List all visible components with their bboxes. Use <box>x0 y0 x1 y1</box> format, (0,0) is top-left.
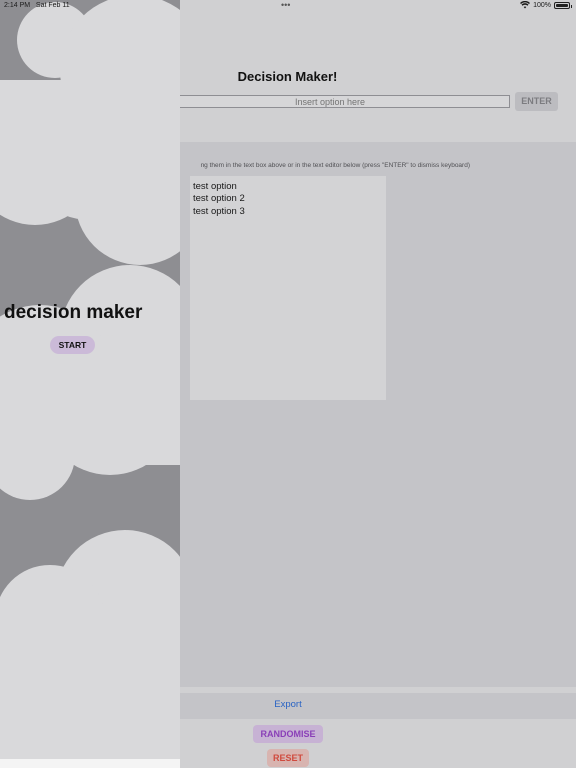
export-bar <box>150 693 576 719</box>
multitasking-dots-icon[interactable]: ••• <box>281 0 290 10</box>
cloud-icon <box>0 265 180 500</box>
cloud-icon <box>0 530 180 768</box>
status-date-text: Sat Feb 11 <box>35 2 70 9</box>
panel-bottom-strip <box>0 759 180 768</box>
cloud-icon <box>0 0 180 265</box>
status-bar: 2:14 PM Sat Feb 11 ••• 100% <box>0 0 576 12</box>
status-time-text: 2:14 PM <box>4 2 31 9</box>
status-right: 100% <box>520 1 572 9</box>
option-line: test option 2 <box>193 193 245 204</box>
option-line: test option <box>193 181 237 192</box>
page-title: Decision Maker! <box>237 69 338 84</box>
battery-percent: 100% <box>533 1 551 9</box>
option-input[interactable] <box>150 95 510 108</box>
randomise-button[interactable]: RANDOMISE <box>253 725 323 743</box>
side-panel: decision maker START <box>0 0 180 768</box>
panel-heading: decision maker <box>4 302 143 323</box>
enter-button[interactable]: ENTER <box>515 92 558 111</box>
reset-button[interactable]: RESET <box>267 749 309 767</box>
status-time: 2:14 PM Sat Feb 11 <box>4 2 70 9</box>
battery-icon <box>554 1 572 9</box>
start-button[interactable]: START <box>50 336 95 354</box>
wifi-icon <box>520 1 531 9</box>
option-line: test option 3 <box>193 206 245 217</box>
export-button[interactable]: Export <box>262 699 314 710</box>
